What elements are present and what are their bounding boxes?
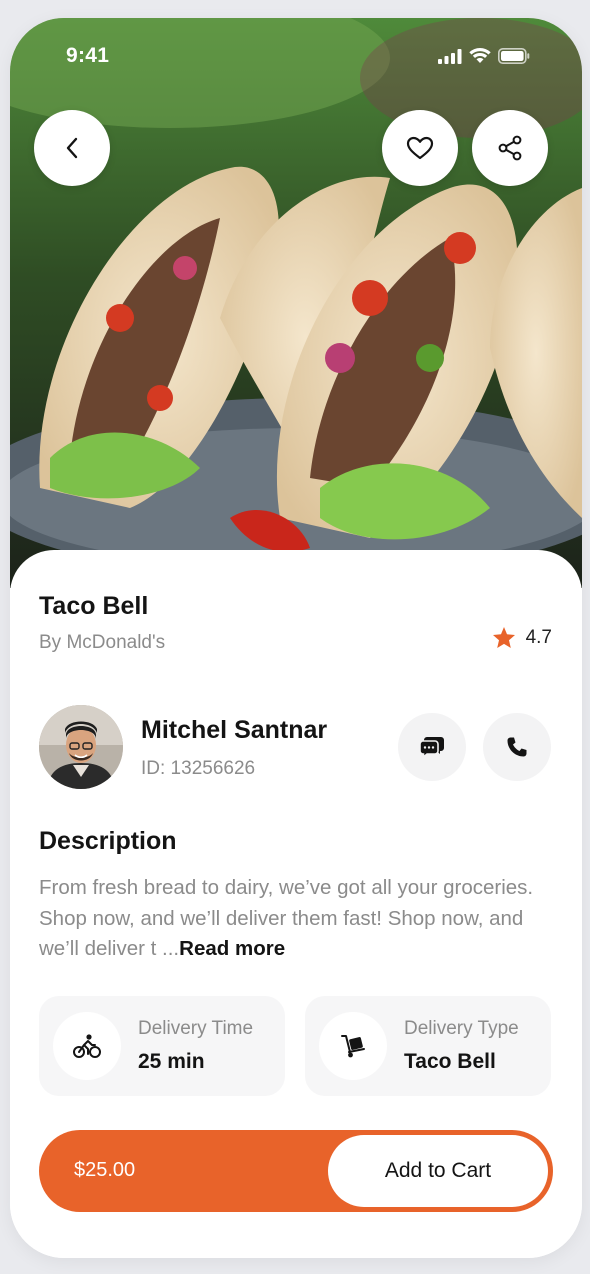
status-bar: 9:41: [10, 40, 582, 74]
hand-truck-icon: [341, 1035, 365, 1058]
phone-icon: [507, 737, 527, 757]
chat-icon: [419, 737, 444, 759]
delivery-type-value: Taco Bell: [404, 1050, 496, 1073]
product-details-sheet: Taco Bell By McDonald's 4.7 Mitchel Sant…: [10, 550, 582, 1258]
status-time: 9:41: [66, 44, 110, 67]
wifi-icon: [469, 48, 491, 63]
rating-value: 4.7: [525, 626, 552, 648]
share-icon: [498, 135, 522, 161]
driver-name: Mitchel Santnar: [141, 716, 328, 744]
delivery-time-value: 25 min: [138, 1050, 205, 1073]
description-heading: Description: [39, 827, 177, 855]
product-title: Taco Bell: [39, 592, 149, 620]
product-vendor: By McDonald's: [39, 632, 166, 653]
bicycle-icon: [73, 1034, 101, 1058]
heart-icon: [406, 136, 434, 160]
description-body: From fresh bread to dairy, we’ve got all…: [39, 876, 534, 960]
call-button[interactable]: [483, 713, 551, 781]
star-icon: [492, 627, 515, 648]
driver-id: ID: 13256626: [141, 758, 256, 779]
delivery-type-card: Delivery Type Taco Bell: [305, 996, 551, 1096]
phone-screen: 9:41 Taco Bell By McDonald's 4.7 Mitchel…: [10, 18, 582, 1258]
rating: 4.7: [492, 626, 552, 649]
price: $25.00: [74, 1159, 136, 1181]
delivery-type-icon-circle: [319, 1012, 387, 1080]
description-text: From fresh bread to dairy, we’ve got all…: [39, 873, 549, 965]
product-hero-image: [10, 18, 582, 588]
back-button[interactable]: [34, 110, 110, 186]
delivery-type-label: Delivery Type: [404, 1018, 519, 1039]
delivery-time-label: Delivery Time: [138, 1018, 254, 1039]
battery-icon: [498, 48, 530, 64]
status-icons: [438, 48, 530, 64]
signal-icon: [438, 48, 462, 64]
delivery-time-card: Delivery Time 25 min: [39, 996, 285, 1096]
delivery-time-icon-circle: [53, 1012, 121, 1080]
add-to-cart-button[interactable]: Add to Cart: [328, 1135, 548, 1207]
read-more-link[interactable]: Read more: [179, 937, 285, 960]
cart-bar: $25.00 Add to Cart: [39, 1130, 553, 1212]
share-button[interactable]: [472, 110, 548, 186]
chevron-left-icon: [66, 137, 78, 159]
driver-avatar: [39, 705, 123, 789]
favorite-button[interactable]: [382, 110, 458, 186]
chat-button[interactable]: [398, 713, 466, 781]
